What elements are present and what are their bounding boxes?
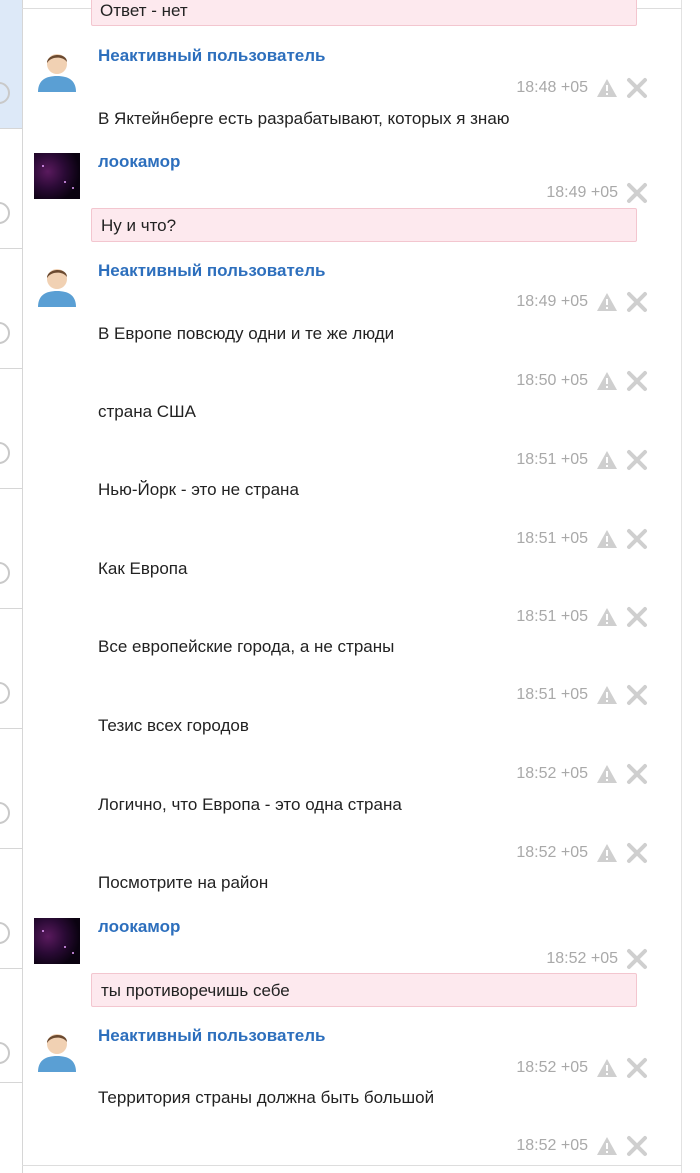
timestamp: 18:50 +05 (516, 372, 588, 389)
warning-triangle-icon[interactable] (596, 1058, 618, 1078)
username[interactable]: лоокамор (98, 917, 180, 937)
message-bubble: ты противоречишь себе (91, 973, 637, 1007)
message-meta: 18:49 +05 (516, 291, 648, 313)
timestamp: 18:51 +05 (516, 608, 588, 625)
message-bubble: Ну и что? (91, 208, 637, 242)
close-x-icon[interactable] (626, 449, 648, 471)
message-meta: 18:51 +05 (516, 684, 648, 706)
message-text: Как Европа (98, 559, 188, 578)
message-meta: 18:52 +05 (516, 1135, 648, 1157)
message-text: Логично, что Европа - это одна страна (98, 795, 402, 814)
status-ring-icon (0, 1042, 10, 1064)
status-ring-icon (0, 442, 10, 464)
divider (0, 728, 22, 729)
divider (0, 128, 22, 129)
message-text: Тезис всех городов (98, 716, 249, 735)
message-text: ты противоречишь себе (101, 981, 290, 1000)
chat-list-sidebar[interactable] (0, 0, 23, 1173)
close-x-icon[interactable] (626, 763, 648, 785)
message-text: Посмотрите на район (98, 873, 269, 892)
status-ring-icon (0, 682, 10, 704)
message-text: В Яктейнберге есть разрабатывают, которы… (98, 109, 510, 128)
warning-triangle-icon[interactable] (596, 450, 618, 470)
status-ring-icon (0, 202, 10, 224)
username[interactable]: Неактивный пользователь (98, 46, 325, 66)
close-x-icon[interactable] (626, 684, 648, 706)
warning-triangle-icon[interactable] (596, 371, 618, 391)
warning-triangle-icon[interactable] (596, 529, 618, 549)
chat-messages: Неактивный пользователь 18:48 +05 В Якте… (22, 0, 682, 1173)
divider (0, 248, 22, 249)
close-x-icon[interactable] (626, 182, 648, 204)
user-avatar[interactable] (34, 918, 80, 964)
message-meta: 18:48 +05 (516, 77, 648, 99)
divider (0, 488, 22, 489)
message-text: Территория страны должна быть большой (98, 1088, 435, 1107)
close-x-icon[interactable] (626, 370, 648, 392)
close-x-icon[interactable] (626, 291, 648, 313)
username[interactable]: Неактивный пользователь (98, 1026, 325, 1046)
default-user-avatar-icon (38, 269, 76, 307)
message-meta: 18:52 +05 (546, 948, 648, 970)
scroll-area-edge (681, 0, 700, 1173)
status-ring-icon (0, 322, 10, 344)
warning-triangle-icon[interactable] (596, 292, 618, 312)
close-x-icon[interactable] (626, 1135, 648, 1157)
warning-triangle-icon[interactable] (596, 1136, 618, 1156)
timestamp: 18:52 +05 (516, 1059, 588, 1076)
username[interactable]: Неактивный пользователь (98, 261, 325, 281)
warning-triangle-icon[interactable] (596, 843, 618, 863)
close-x-icon[interactable] (626, 948, 648, 970)
message-text: Все европейские города, а не страны (98, 637, 395, 656)
divider (0, 968, 22, 969)
timestamp: 18:52 +05 (546, 950, 618, 967)
default-user-avatar-icon (38, 1034, 76, 1072)
message-text: страна США (98, 402, 196, 421)
warning-triangle-icon[interactable] (596, 764, 618, 784)
message-meta: 18:49 +05 (546, 182, 648, 204)
timestamp: 18:51 +05 (516, 686, 588, 703)
close-x-icon[interactable] (626, 77, 648, 99)
close-x-icon[interactable] (626, 842, 648, 864)
username[interactable]: лоокамор (98, 152, 180, 172)
close-x-icon[interactable] (626, 528, 648, 550)
user-avatar[interactable] (34, 153, 80, 199)
status-ring-icon (0, 922, 10, 944)
divider (0, 608, 22, 609)
divider (22, 1165, 682, 1166)
divider (0, 1082, 22, 1083)
warning-triangle-icon[interactable] (596, 685, 618, 705)
selected-chat-item[interactable] (0, 0, 22, 128)
user-avatar[interactable] (34, 1026, 80, 1072)
close-x-icon[interactable] (626, 606, 648, 628)
message-meta: 18:50 +05 (516, 370, 648, 392)
message-meta: 18:51 +05 (516, 528, 648, 550)
warning-triangle-icon[interactable] (596, 607, 618, 627)
divider (0, 848, 22, 849)
warning-triangle-icon[interactable] (596, 78, 618, 98)
timestamp: 18:49 +05 (546, 184, 618, 201)
timestamp: 18:51 +05 (516, 451, 588, 468)
timestamp: 18:49 +05 (516, 293, 588, 310)
message-meta: 18:51 +05 (516, 606, 648, 628)
message-text: В Европе повсюду одни и те же люди (98, 324, 395, 343)
timestamp: 18:52 +05 (516, 765, 588, 782)
timestamp: 18:52 +05 (516, 844, 588, 861)
user-avatar[interactable] (34, 261, 80, 307)
timestamp: 18:48 +05 (516, 79, 588, 96)
user-avatar[interactable] (34, 46, 80, 92)
message-meta: 18:52 +05 (516, 842, 648, 864)
message-text: Нью-Йорк - это не страна (98, 480, 299, 499)
message-text: Ну и что? (101, 216, 177, 235)
timestamp: 18:52 +05 (516, 1137, 588, 1154)
close-x-icon[interactable] (626, 1057, 648, 1079)
message-meta: 18:51 +05 (516, 449, 648, 471)
timestamp: 18:51 +05 (516, 530, 588, 547)
message-meta: 18:52 +05 (516, 1057, 648, 1079)
status-ring-icon (0, 562, 10, 584)
divider (0, 368, 22, 369)
status-ring-icon (0, 802, 10, 824)
default-user-avatar-icon (38, 54, 76, 92)
message-meta: 18:52 +05 (516, 763, 648, 785)
